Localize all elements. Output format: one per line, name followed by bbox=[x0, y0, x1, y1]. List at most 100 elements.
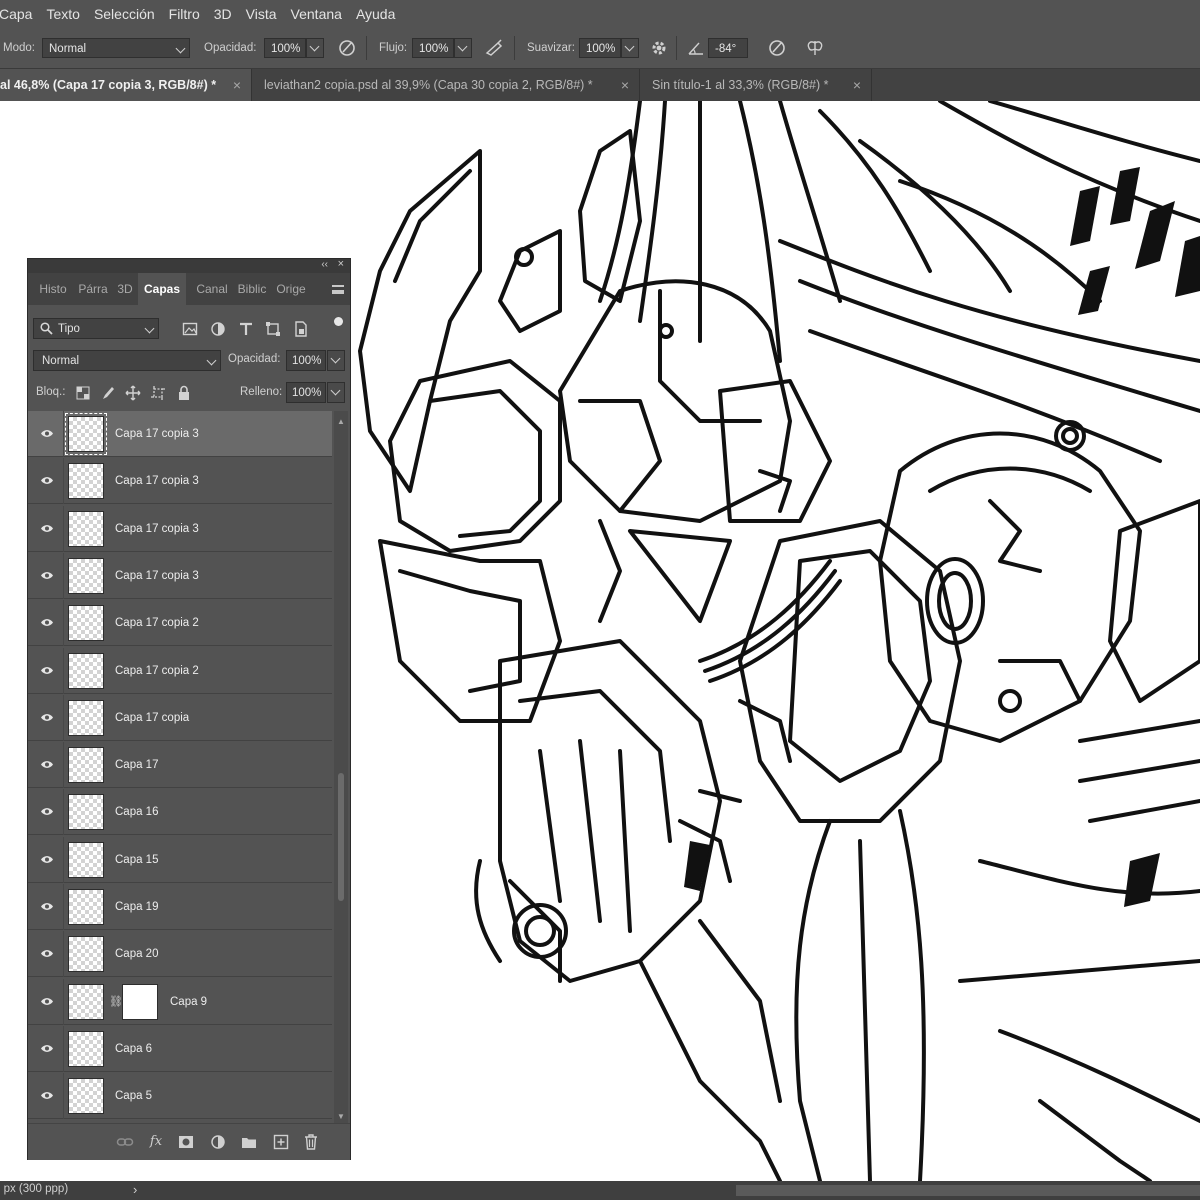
lock-position-icon[interactable] bbox=[125, 385, 141, 401]
menu-item[interactable]: Ventana bbox=[284, 0, 349, 28]
layer-opacity-slider-button[interactable] bbox=[327, 350, 345, 371]
layer-thumbnail[interactable] bbox=[68, 510, 104, 547]
menu-item[interactable]: Filtro bbox=[162, 0, 207, 28]
angle-input[interactable]: -84° bbox=[708, 38, 748, 58]
layer-thumbnail[interactable] bbox=[68, 1078, 104, 1115]
close-icon[interactable]: × bbox=[338, 258, 344, 270]
fill-input[interactable]: 100% bbox=[286, 382, 326, 403]
layer-row[interactable]: Capa 17 copia bbox=[28, 694, 332, 741]
layer-thumbnail[interactable] bbox=[68, 983, 104, 1020]
menu-item[interactable]: Ayuda bbox=[349, 0, 402, 28]
eye-icon[interactable] bbox=[40, 476, 54, 485]
mode-dropdown[interactable]: Normal bbox=[42, 38, 190, 58]
eye-icon[interactable] bbox=[40, 524, 54, 533]
filter-kind-dropdown[interactable]: Tipo bbox=[33, 318, 159, 339]
layer-name[interactable]: Capa 17 copia 3 bbox=[115, 506, 199, 552]
mask-icon[interactable] bbox=[177, 1133, 195, 1151]
layer-row[interactable]: Capa 16 bbox=[28, 789, 332, 836]
pressure-size-icon[interactable] bbox=[767, 38, 787, 58]
scroll-down-icon[interactable]: ▼ bbox=[337, 1112, 345, 1121]
tab-3d[interactable]: 3D bbox=[114, 273, 136, 305]
tab-layers[interactable]: Capas bbox=[138, 273, 186, 305]
layer-name[interactable]: Capa 17 copia 3 bbox=[115, 553, 199, 599]
fill-slider-button[interactable] bbox=[327, 382, 345, 403]
text-filter-icon[interactable] bbox=[238, 321, 254, 337]
layer-thumbnail[interactable] bbox=[68, 699, 104, 736]
layer-row[interactable]: ⛓ Capa 9 bbox=[28, 978, 332, 1025]
eye-icon[interactable] bbox=[40, 855, 54, 864]
image-filter-icon[interactable] bbox=[182, 321, 198, 337]
layer-row[interactable]: Capa 17 copia 3 bbox=[28, 552, 332, 599]
layer-thumbnail[interactable] bbox=[68, 463, 104, 500]
layer-thumbnail[interactable] bbox=[68, 652, 104, 689]
filter-toggle-icon[interactable] bbox=[334, 317, 343, 326]
close-icon[interactable]: × bbox=[233, 69, 241, 101]
pressure-opacity-icon[interactable] bbox=[337, 38, 357, 58]
layer-row[interactable]: Capa 17 copia 3 bbox=[28, 505, 332, 552]
flow-slider-button[interactable] bbox=[454, 38, 472, 58]
layer-name[interactable]: Capa 16 bbox=[115, 789, 158, 835]
menu-item[interactable]: Vista bbox=[239, 0, 284, 28]
tab-libraries[interactable]: Biblic bbox=[234, 273, 270, 305]
layer-name[interactable]: Capa 17 copia 3 bbox=[115, 458, 199, 504]
layer-name[interactable]: Capa 5 bbox=[115, 1073, 152, 1119]
gear-icon[interactable] bbox=[649, 38, 669, 58]
opacity-slider-button[interactable] bbox=[306, 38, 324, 58]
tab-document-3[interactable]: Sin título-1 al 33,3% (RGB/8#) * × bbox=[640, 69, 872, 101]
tab-channels[interactable]: Canal bbox=[194, 273, 230, 305]
layer-name[interactable]: Capa 17 copia 2 bbox=[115, 648, 199, 694]
close-icon[interactable]: × bbox=[853, 69, 861, 101]
eye-icon[interactable] bbox=[40, 1044, 54, 1053]
eye-icon[interactable] bbox=[40, 666, 54, 675]
tab-document-1[interactable]: al 46,8% (Capa 17 copia 3, RGB/8#) * × bbox=[0, 69, 252, 101]
layer-list-scrollbar[interactable]: ▲ ▼ bbox=[334, 411, 348, 1123]
layer-name[interactable]: Capa 19 bbox=[115, 884, 158, 930]
eye-icon[interactable] bbox=[40, 618, 54, 627]
layer-row[interactable]: Capa 19 bbox=[28, 884, 332, 930]
eye-icon[interactable] bbox=[40, 807, 54, 816]
layer-row[interactable]: Capa 17 copia 2 bbox=[28, 647, 332, 694]
layer-row[interactable]: Capa 17 copia 3 bbox=[28, 458, 332, 505]
lock-transparent-pixels-icon[interactable] bbox=[75, 385, 91, 401]
layer-thumbnail[interactable] bbox=[68, 747, 104, 784]
eye-icon[interactable] bbox=[40, 571, 54, 580]
mask-link-icon[interactable]: ⛓ bbox=[109, 995, 123, 1008]
smooth-slider-button[interactable] bbox=[621, 38, 639, 58]
layer-mask-thumbnail[interactable] bbox=[122, 983, 158, 1020]
layer-thumbnail[interactable] bbox=[68, 605, 104, 642]
panel-menu-icon[interactable] bbox=[332, 285, 344, 294]
layer-name[interactable]: Capa 17 bbox=[115, 742, 158, 788]
layer-row[interactable]: Capa 15 bbox=[28, 836, 332, 883]
smooth-input[interactable]: 100% bbox=[579, 38, 621, 58]
layer-opacity-input[interactable]: 100% bbox=[286, 350, 326, 371]
menu-item[interactable]: Selección bbox=[87, 0, 162, 28]
eye-icon[interactable] bbox=[40, 713, 54, 722]
menu-item[interactable]: Capa bbox=[0, 0, 39, 28]
flow-input[interactable]: 100% bbox=[412, 38, 454, 58]
eye-icon[interactable] bbox=[40, 1091, 54, 1100]
smart-object-filter-icon[interactable] bbox=[293, 321, 309, 337]
layer-name[interactable]: Capa 17 copia 2 bbox=[115, 600, 199, 646]
layer-thumbnail[interactable] bbox=[68, 889, 104, 925]
collapse-icon[interactable]: ‹‹ bbox=[321, 259, 328, 270]
eye-icon[interactable] bbox=[40, 429, 54, 438]
shape-filter-icon[interactable] bbox=[265, 321, 281, 337]
tab-history[interactable]: Histo bbox=[34, 273, 72, 305]
layer-name[interactable]: Capa 15 bbox=[115, 837, 158, 883]
layer-thumbnail[interactable] bbox=[68, 794, 104, 831]
adjustment-icon[interactable] bbox=[209, 1133, 227, 1151]
layer-name[interactable]: Capa 6 bbox=[115, 1026, 152, 1072]
eye-icon[interactable] bbox=[40, 997, 54, 1006]
opacity-input[interactable]: 100% bbox=[264, 38, 306, 58]
lock-image-pixels-icon[interactable] bbox=[100, 385, 116, 401]
layer-row[interactable]: Capa 20 bbox=[28, 931, 332, 978]
eye-icon[interactable] bbox=[40, 760, 54, 769]
layer-row[interactable]: Capa 5 bbox=[28, 1073, 332, 1120]
layer-thumbnail[interactable] bbox=[68, 936, 104, 973]
fx-icon[interactable]: fx bbox=[147, 1133, 165, 1151]
scroll-up-icon[interactable]: ▲ bbox=[337, 417, 345, 426]
layer-name[interactable]: Capa 17 copia 3 bbox=[115, 411, 199, 457]
eye-icon[interactable] bbox=[40, 949, 54, 958]
airbrush-icon[interactable] bbox=[484, 38, 504, 58]
trash-icon[interactable] bbox=[302, 1133, 320, 1151]
